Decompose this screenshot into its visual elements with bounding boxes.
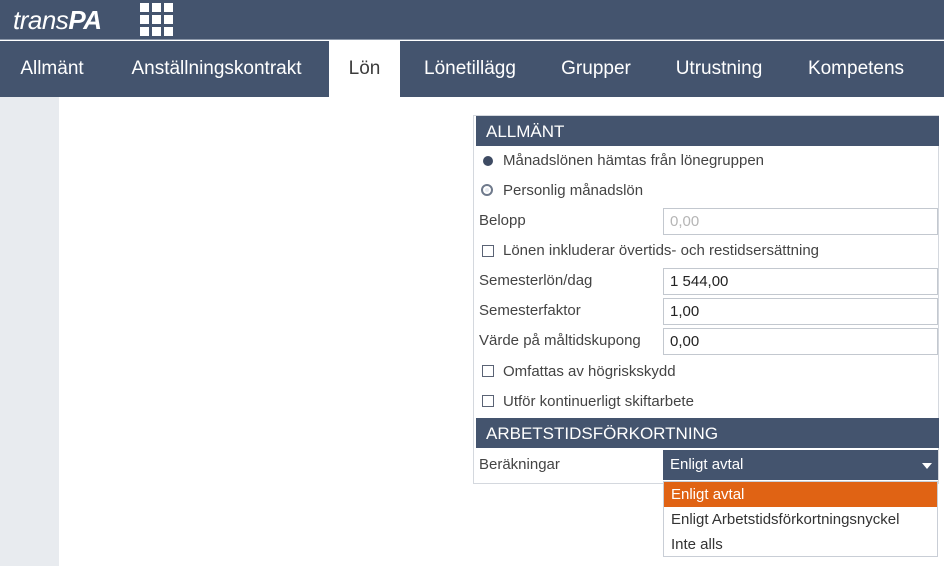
checkbox-skiftarbete-label: Utför kontinuerligt skiftarbete <box>503 393 694 410</box>
tab-kompetens[interactable]: Kompetens <box>786 41 926 97</box>
logo-text-light: trans <box>13 5 69 35</box>
logo-text-bold: PA <box>68 5 102 35</box>
section-header-arbetstidsforkortning: ARBETSTIDSFÖRKORTNING <box>476 418 939 448</box>
berakningar-selected-value: Enligt avtal <box>670 456 744 473</box>
dropdown-option-enligt-avtal[interactable]: Enligt avtal <box>664 482 937 507</box>
radio-salary-from-group[interactable] <box>483 156 493 166</box>
checkbox-overtime-included[interactable] <box>482 245 494 257</box>
transpa-logo[interactable]: transPA <box>13 3 102 37</box>
tab-bar: Allmänt Anställningskontrakt Lön Lönetil… <box>0 41 944 97</box>
dropdown-option-arbetstidsforkortningsnyckel[interactable]: Enligt Arbetstidsförkortningsnyckel <box>664 507 937 532</box>
radio-salary-from-group-label: Månadslönen hämtas från lönegruppen <box>503 152 765 169</box>
semesterlon-field[interactable]: 1 544,00 <box>663 268 938 295</box>
checkbox-overtime-included-label: Lönen inkluderar övertids- och restidser… <box>503 242 820 259</box>
berakningar-select[interactable]: Enligt avtal <box>663 450 938 480</box>
checkbox-hogriskskydd[interactable] <box>482 365 494 377</box>
maltidskupong-field[interactable]: 0,00 <box>663 328 938 355</box>
semesterfaktor-label: Semesterfaktor <box>479 302 581 319</box>
left-sidebar <box>0 97 59 566</box>
berakningar-label: Beräkningar <box>479 456 560 473</box>
belopp-field[interactable]: 0,00 <box>663 208 938 235</box>
tab-lon[interactable]: Lön <box>329 41 400 97</box>
tab-anstallningskontrakt[interactable]: Anställningskontrakt <box>104 41 329 97</box>
maltidskupong-label: Värde på måltidskupong <box>479 332 641 349</box>
belopp-label: Belopp <box>479 212 526 229</box>
tab-grupper[interactable]: Grupper <box>540 41 652 97</box>
berakningar-dropdown: Enligt avtal Enligt Arbetstidsförkortnin… <box>663 481 938 557</box>
semesterfaktor-field[interactable]: 1,00 <box>663 298 938 325</box>
semesterlon-label: Semesterlön/dag <box>479 272 593 289</box>
top-bar: transPA <box>0 0 944 40</box>
apps-grid-icon[interactable] <box>140 3 173 36</box>
chevron-down-icon <box>922 463 932 469</box>
checkbox-hogriskskydd-label: Omfattas av högriskskydd <box>503 363 676 380</box>
tab-allmant[interactable]: Allmänt <box>0 41 104 97</box>
tab-utrustning[interactable]: Utrustning <box>652 41 786 97</box>
checkbox-skiftarbete[interactable] <box>482 395 494 407</box>
section-header-allmant: ALLMÄNT <box>476 116 939 146</box>
radio-personal-salary-label: Personlig månadslön <box>503 182 644 199</box>
radio-personal-salary[interactable] <box>481 184 493 196</box>
dropdown-option-inte-alls[interactable]: Inte alls <box>664 532 937 557</box>
tab-lonetillagg[interactable]: Lönetillägg <box>400 41 540 97</box>
